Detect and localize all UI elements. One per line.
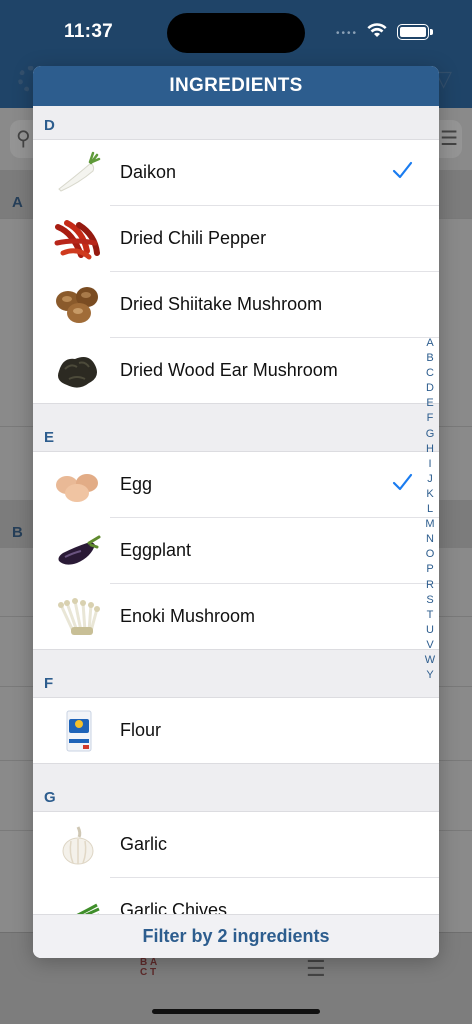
garlic-icon xyxy=(62,826,94,865)
index-letter[interactable]: M xyxy=(423,517,437,532)
dynamic-island xyxy=(167,13,305,53)
alphabet-index[interactable]: A B C D E F G H I J K L M N O P R S T U … xyxy=(423,336,437,683)
ingredient-label: Enoki Mushroom xyxy=(120,606,256,626)
checkmark-icon xyxy=(392,473,413,491)
modal-title: INGREDIENTS xyxy=(33,66,439,106)
index-letter[interactable]: J xyxy=(423,472,437,487)
battery-cap xyxy=(430,29,433,35)
index-letter[interactable]: V xyxy=(423,638,437,653)
wood-ear-mushroom-icon xyxy=(58,357,97,388)
egg-icon xyxy=(56,474,98,502)
index-letter[interactable]: B xyxy=(423,351,437,366)
index-letter[interactable]: D xyxy=(423,381,437,396)
index-letter[interactable]: U xyxy=(423,623,437,638)
chili-pepper-icon xyxy=(54,220,100,260)
ingredient-row-enoki-mushroom[interactable]: Enoki Mushroom xyxy=(33,584,439,650)
ingredient-row-dried-chili-pepper[interactable]: Dried Chili Pepper xyxy=(33,206,439,272)
index-letter[interactable]: G xyxy=(423,427,437,442)
ingredient-row-egg[interactable]: Egg xyxy=(33,452,439,518)
ingredient-row-eggplant[interactable]: Eggplant xyxy=(33,518,439,584)
signal-icon: •••• xyxy=(336,28,359,39)
battery-icon xyxy=(397,24,429,40)
index-letter[interactable]: I xyxy=(423,457,437,472)
index-letter[interactable]: L xyxy=(423,502,437,517)
ingredients-modal: INGREDIENTS D Daikon Dried Chili Pepper xyxy=(33,66,439,958)
row-divider xyxy=(33,763,439,764)
ingredient-row-garlic[interactable]: Garlic xyxy=(33,812,439,878)
index-letter[interactable]: O xyxy=(423,547,437,562)
ingredient-list[interactable]: D Daikon Dried Chili Pepper Dried Shiita… xyxy=(33,106,439,914)
wifi-icon xyxy=(367,23,387,37)
ingredient-label: Flour xyxy=(120,720,162,740)
ingredient-label: Dried Wood Ear Mushroom xyxy=(120,360,338,380)
index-letter[interactable]: C xyxy=(423,366,437,381)
home-indicator[interactable] xyxy=(152,1009,320,1014)
index-letter[interactable]: N xyxy=(423,532,437,547)
index-letter[interactable]: S xyxy=(423,593,437,608)
ingredient-row-flour[interactable]: Flour xyxy=(33,698,439,764)
ingredient-label: Eggplant xyxy=(120,540,192,560)
sliders-icon: ☰ xyxy=(306,956,326,981)
ingredient-row-dried-wood-ear-mushroom[interactable]: Dried Wood Ear Mushroom xyxy=(33,338,439,404)
index-letter[interactable]: E xyxy=(423,396,437,411)
section-header-f: F xyxy=(33,650,439,698)
ingredient-label: Dried Shiitake Mushroom xyxy=(120,294,323,314)
ingredient-label: Daikon xyxy=(120,162,177,182)
ingredient-label: Garlic xyxy=(120,834,168,854)
checkmark-icon xyxy=(392,161,413,179)
abc-sort-icon: B AC T xyxy=(140,957,158,978)
index-letter[interactable]: A xyxy=(423,336,437,351)
index-letter[interactable]: K xyxy=(423,487,437,502)
eggplant-icon xyxy=(58,535,101,565)
index-letter[interactable]: Y xyxy=(423,668,437,683)
daikon-icon xyxy=(58,151,101,192)
ingredient-label: Egg xyxy=(120,474,153,494)
ingredient-row-dried-shiitake-mushroom[interactable]: Dried Shiitake Mushroom xyxy=(33,272,439,338)
sliders-icon: ☰ xyxy=(440,128,458,150)
ingredient-label: Garlic Chives xyxy=(120,900,228,914)
flour-bag-icon xyxy=(66,710,92,752)
status-time: 11:37 xyxy=(64,21,114,42)
search-icon: ⚲ xyxy=(16,128,31,150)
row-divider xyxy=(33,403,439,404)
index-letter[interactable]: R xyxy=(423,578,437,593)
section-header-d: D xyxy=(33,106,439,140)
shiitake-mushroom-icon xyxy=(56,287,98,323)
index-letter[interactable]: H xyxy=(423,442,437,457)
enoki-mushroom-icon xyxy=(58,598,100,635)
ingredient-label: Dried Chili Pepper xyxy=(120,228,267,248)
ingredient-row-daikon[interactable]: Daikon xyxy=(33,140,439,206)
row-divider xyxy=(33,649,439,650)
section-header-e: E xyxy=(33,404,439,452)
ingredient-row-garlic-chives[interactable]: Garlic Chives xyxy=(33,878,439,914)
filter-button[interactable]: Filter by 2 ingredients xyxy=(33,914,439,958)
index-letter[interactable]: W xyxy=(423,653,437,668)
index-letter[interactable]: T xyxy=(423,608,437,623)
index-letter[interactable]: P xyxy=(423,562,437,577)
index-letter[interactable]: F xyxy=(423,411,437,426)
garlic-chives-icon xyxy=(76,903,100,914)
section-header-g: G xyxy=(33,764,439,812)
